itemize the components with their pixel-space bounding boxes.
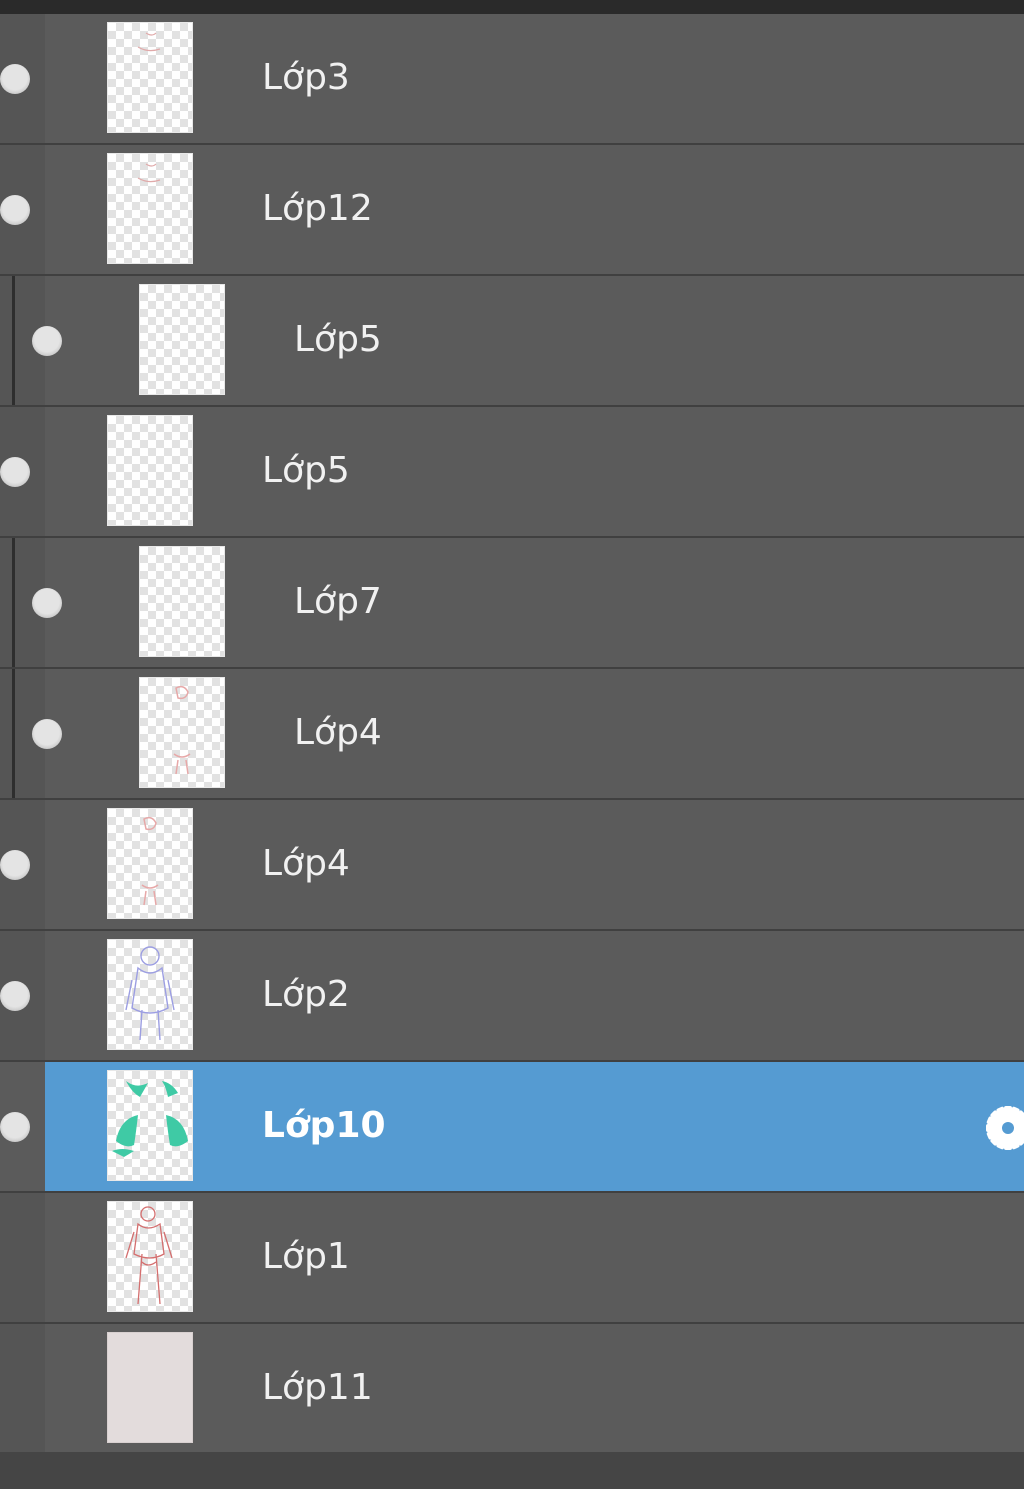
layer-name[interactable]: Lớp2 — [262, 973, 350, 1017]
clipping-indicator — [12, 669, 15, 798]
layer-name[interactable]: Lớp10 — [262, 1104, 386, 1148]
thumbnail-artwork — [137, 163, 161, 183]
eye-dot-icon[interactable] — [0, 981, 30, 1011]
layer-row[interactable]: Lớp12 — [0, 145, 1024, 276]
layer-thumbnail[interactable] — [139, 677, 225, 788]
eye-dot-icon[interactable] — [0, 195, 30, 225]
layer-row[interactable]: Lớp5 — [0, 407, 1024, 538]
eye-dot-icon[interactable] — [32, 719, 62, 749]
gear-icon[interactable] — [986, 1106, 1024, 1150]
layer-name[interactable]: Lớp1 — [262, 1235, 350, 1279]
clipping-indicator — [12, 276, 15, 405]
thumbnail-artwork — [141, 816, 159, 906]
layer-name[interactable]: Lớp7 — [294, 580, 382, 624]
visibility-gutter[interactable] — [0, 1193, 45, 1322]
thumbnail-artwork — [112, 1081, 188, 1157]
thumbnail-artwork — [125, 946, 175, 1041]
layer-row[interactable]: Lớp7 — [0, 538, 1024, 669]
eye-dot-icon[interactable] — [0, 64, 30, 94]
layer-row[interactable]: Lớp1 — [0, 1193, 1024, 1324]
eye-dot-icon[interactable] — [0, 457, 30, 487]
layers-panel: Lớp3 Lớp12 Lớp5 Lớp5 Lớp7 Lớp4 Lớp4 Lớp2 Lớp10 Lớ… — [0, 0, 1024, 1489]
layer-thumbnail[interactable] — [139, 284, 225, 395]
layer-thumbnail[interactable] — [107, 808, 193, 919]
layer-name[interactable]: Lớp4 — [262, 842, 350, 886]
layer-thumbnail[interactable] — [107, 1332, 193, 1443]
layer-row[interactable]: Lớp2 — [0, 931, 1024, 1062]
thumbnail-artwork — [173, 685, 191, 775]
eye-dot-icon[interactable] — [0, 1112, 30, 1142]
clipping-indicator — [12, 538, 15, 667]
layer-thumbnail[interactable] — [107, 1070, 193, 1181]
layer-thumbnail[interactable] — [107, 22, 193, 133]
visibility-gutter[interactable] — [0, 1324, 45, 1453]
layer-row[interactable]: Lớp3 — [0, 14, 1024, 145]
layer-thumbnail[interactable] — [107, 153, 193, 264]
layer-name[interactable]: Lớp3 — [262, 56, 350, 100]
eye-dot-icon[interactable] — [0, 850, 30, 880]
layer-row[interactable]: Lớp5 — [0, 276, 1024, 407]
layer-name[interactable]: Lớp5 — [262, 449, 350, 493]
layer-name[interactable]: Lớp11 — [262, 1366, 373, 1410]
layer-row[interactable]: Lớp11 — [0, 1324, 1024, 1455]
layer-thumbnail[interactable] — [107, 1201, 193, 1312]
eye-dot-icon[interactable] — [32, 588, 62, 618]
eye-dot-icon[interactable] — [32, 326, 62, 356]
panel-top-edge — [0, 0, 1024, 14]
panel-bottom-edge — [0, 1452, 1024, 1489]
layer-name[interactable]: Lớp4 — [294, 711, 382, 755]
layer-name[interactable]: Lớp12 — [262, 187, 373, 231]
layer-thumbnail[interactable] — [107, 939, 193, 1050]
layer-thumbnail[interactable] — [139, 546, 225, 657]
layer-row[interactable]: Lớp4 — [0, 800, 1024, 931]
layer-name[interactable]: Lớp5 — [294, 318, 382, 362]
layer-row[interactable]: Lớp4 — [0, 669, 1024, 800]
layer-thumbnail[interactable] — [107, 415, 193, 526]
thumbnail-artwork — [137, 32, 161, 52]
layer-row[interactable]: Lớp10 — [0, 1062, 1024, 1193]
thumbnail-artwork — [125, 1206, 173, 1305]
